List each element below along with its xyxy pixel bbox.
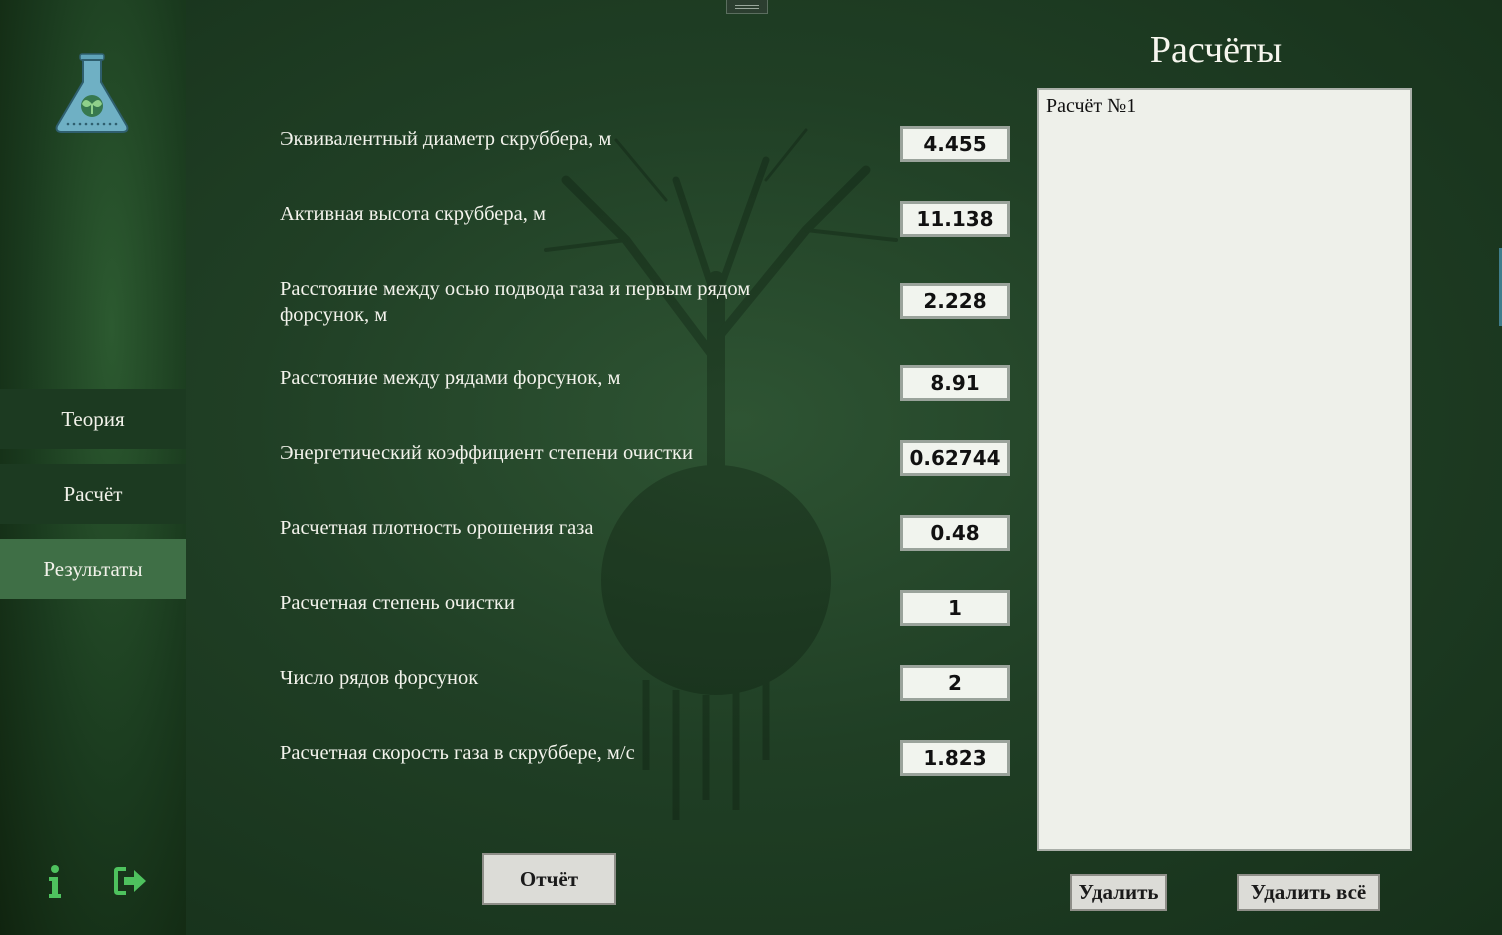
tree-globe-background-image xyxy=(544,128,898,820)
result-value-gas-inlet-distance: 2.228 xyxy=(900,283,1010,319)
report-button[interactable]: Отчёт xyxy=(482,853,616,905)
list-item[interactable]: Расчёт №1 xyxy=(1039,90,1410,123)
result-label-equivalent-diameter: Эквивалентный диаметр скруббера, м xyxy=(280,128,612,150)
result-value-purification-degree: 1 xyxy=(900,590,1010,626)
result-label-gas-inlet-distance: Расстояние между осью подвода газа и пер… xyxy=(280,278,751,326)
result-value-equivalent-diameter: 4.455 xyxy=(900,126,1010,162)
flask-logo-icon xyxy=(55,53,129,133)
nav-calculation[interactable]: Расчёт xyxy=(0,464,186,524)
main-panel: Эквивалентный диаметр скруббера, м 4.455… xyxy=(186,0,1502,935)
result-value-irrigation-density: 0.48 xyxy=(900,515,1010,551)
result-value-nozzle-row-distance: 8.91 xyxy=(900,365,1010,401)
nav-calculation-label: Расчёт xyxy=(63,481,123,506)
nav-theory-label: Теория xyxy=(61,406,125,431)
calculations-title: Расчёты xyxy=(1149,29,1283,71)
result-label-energy-coefficient: Энергетический коэффициент степени очист… xyxy=(280,442,693,464)
window-drag-handle[interactable] xyxy=(726,0,768,14)
result-label-nozzle-rows-count: Число рядов форсунок xyxy=(280,667,479,689)
delete-button[interactable]: Удалить xyxy=(1070,874,1167,911)
nav-results-label: Результаты xyxy=(43,556,143,581)
result-value-gas-velocity: 1.823 xyxy=(900,740,1010,776)
result-value-nozzle-rows-count: 2 xyxy=(900,665,1010,701)
result-label-irrigation-density: Расчетная плотность орошения газа xyxy=(280,517,594,539)
nav-theory[interactable]: Теория xyxy=(0,389,186,449)
result-label-purification-degree: Расчетная степень очистки xyxy=(280,592,515,614)
delete-all-button[interactable]: Удалить всё xyxy=(1237,874,1380,911)
sidebar: Теория Расчёт Результаты xyxy=(0,0,186,935)
result-value-active-height: 11.138 xyxy=(900,201,1010,237)
info-icon[interactable] xyxy=(46,864,64,900)
exit-icon[interactable] xyxy=(114,866,148,896)
result-label-active-height: Активная высота скруббера, м xyxy=(280,203,546,225)
result-label-nozzle-row-distance: Расстояние между рядами форсунок, м xyxy=(280,367,621,389)
nav-results[interactable]: Результаты xyxy=(0,539,186,599)
calculations-list[interactable]: Расчёт №1 xyxy=(1037,88,1412,851)
result-label-gas-velocity: Расчетная скорость газа в скруббере, м/с xyxy=(280,742,635,764)
result-value-energy-coefficient: 0.62744 xyxy=(900,440,1010,476)
